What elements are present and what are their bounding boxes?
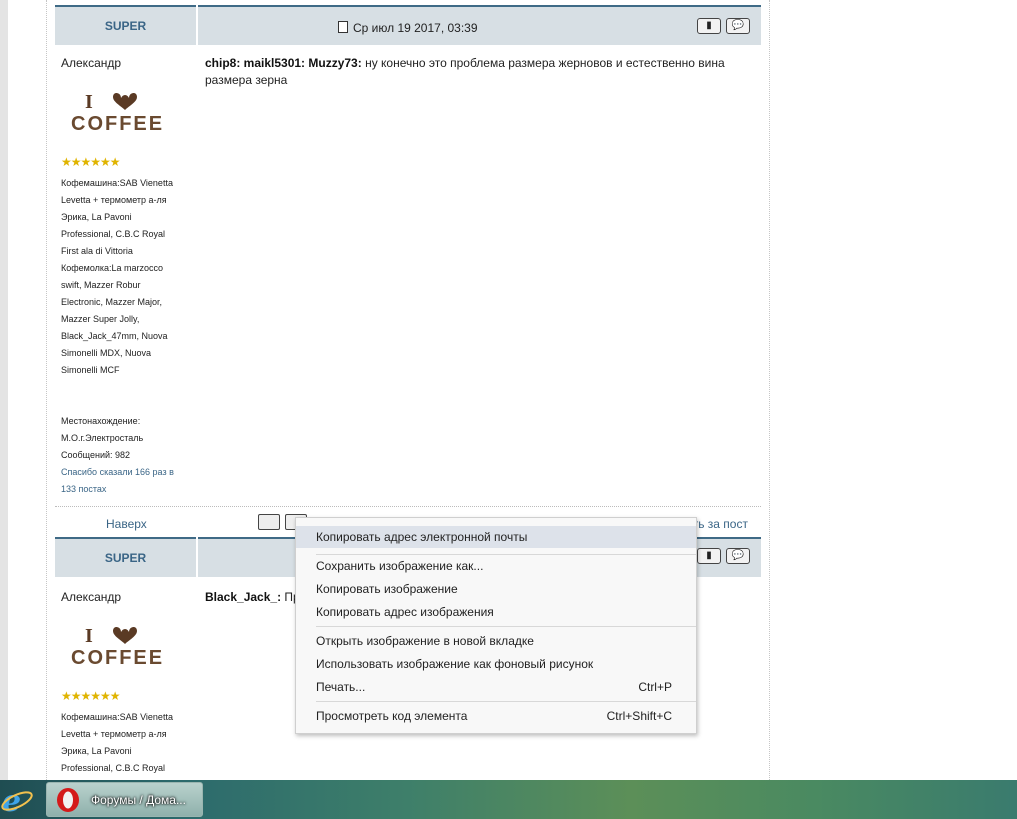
back-to-top-link[interactable]: Наверх bbox=[106, 517, 147, 531]
svg-text:COFFEE: COFFEE bbox=[71, 113, 164, 135]
svg-text:COFFEE: COFFEE bbox=[71, 647, 164, 669]
author-stats: Местонахождение: М.О.г.Электросталь Сооб… bbox=[61, 413, 196, 498]
post-header: SUPER Ср июл 19 2017, 03:39 ▮ 💬 bbox=[55, 5, 761, 45]
menu-separator bbox=[316, 626, 696, 627]
quote-button[interactable]: ▮ bbox=[697, 18, 721, 34]
post: SUPER Ср июл 19 2017, 03:39 ▮ 💬 Александ… bbox=[55, 5, 761, 510]
context-menu: Копировать адрес электронной почты Сохра… bbox=[295, 517, 697, 734]
author-info: Кофемашина:SAB Vienetta Levetta + термом… bbox=[61, 712, 173, 773]
opera-icon bbox=[57, 788, 79, 812]
svg-text:I: I bbox=[85, 91, 93, 113]
post-date-bar: Ср июл 19 2017, 03:39 ▮ 💬 bbox=[198, 5, 761, 45]
taskbar: e Форумы / Дома... bbox=[0, 780, 1017, 819]
profile-button[interactable] bbox=[258, 514, 280, 530]
thanks-link[interactable]: Спасибо сказали 166 раз в bbox=[61, 464, 196, 481]
author-rank: SUPER bbox=[55, 539, 196, 577]
post-divider bbox=[55, 506, 761, 507]
menu-item-save-image[interactable]: Сохранить изображение как... bbox=[296, 555, 696, 577]
menu-item-print[interactable]: Печать... Ctrl+P bbox=[296, 676, 696, 698]
coffee-avatar: I COFFEE bbox=[71, 625, 164, 669]
post-date: Ср июл 19 2017, 03:39 bbox=[338, 21, 478, 35]
menu-item-open-image-tab[interactable]: Открыть изображение в новой вкладке bbox=[296, 630, 696, 652]
rating-stars: ★★★★★★ bbox=[61, 155, 121, 169]
author-info: Кофемашина:SAB Vienetta Levetta + термом… bbox=[61, 178, 173, 375]
taskbar-label: Форумы / Дома... bbox=[91, 793, 186, 807]
thanks-link[interactable]: 133 постах bbox=[61, 481, 196, 498]
coffee-avatar: I COFFEE bbox=[71, 91, 164, 135]
author-name: Александр bbox=[61, 590, 122, 604]
author-name: Александр bbox=[61, 56, 122, 70]
menu-item-copy-email[interactable]: Копировать адрес электронной почты bbox=[296, 526, 696, 548]
post-doc-icon bbox=[338, 21, 348, 33]
svg-text:I: I bbox=[85, 625, 93, 647]
author-rank: SUPER bbox=[55, 5, 196, 45]
reply-button[interactable]: 💬 bbox=[726, 18, 750, 34]
menu-item-set-background[interactable]: Использовать изображение как фоновый рис… bbox=[296, 653, 696, 675]
taskbar-opera-button[interactable]: Форумы / Дома... bbox=[46, 782, 203, 817]
internet-explorer-icon[interactable]: e bbox=[0, 783, 34, 817]
reply-button[interactable]: 💬 bbox=[726, 548, 750, 564]
svg-text:e: e bbox=[2, 784, 21, 817]
quote-button[interactable]: ▮ bbox=[697, 548, 721, 564]
post-message: chip8: maikl5301: Muzzy73: ну конечно эт… bbox=[205, 56, 725, 87]
rating-stars: ★★★★★★ bbox=[61, 689, 121, 703]
menu-item-inspect[interactable]: Просмотреть код элемента Ctrl+Shift+C bbox=[296, 705, 696, 727]
menu-separator bbox=[316, 701, 696, 702]
menu-item-copy-image-address[interactable]: Копировать адрес изображения bbox=[296, 601, 696, 623]
menu-item-copy-image[interactable]: Копировать изображение bbox=[296, 578, 696, 600]
